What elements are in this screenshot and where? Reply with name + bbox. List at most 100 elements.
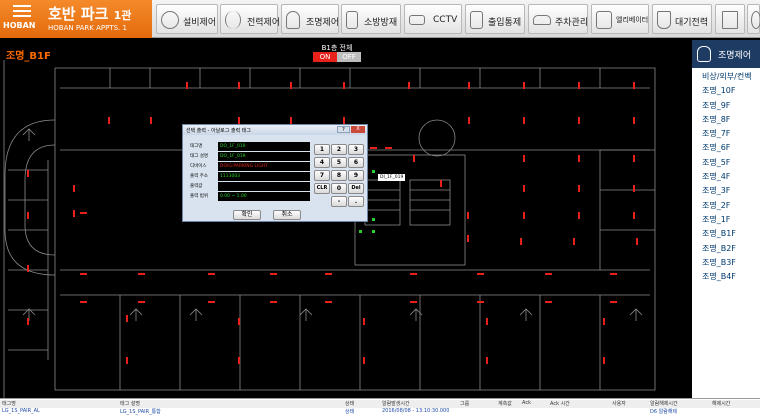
key-8[interactable]: 8	[331, 170, 347, 181]
floor-item-4f[interactable]: 조명_4F	[692, 170, 760, 184]
app-window: HOBAN 호반 파크 1관 HOBAN PARK APPTS. 1 설비제어 …	[0, 0, 760, 420]
floor-item-b2f[interactable]: 조명_B2F	[692, 242, 760, 256]
light-fixture	[408, 82, 410, 89]
nav-parking[interactable]: 주차관리	[528, 4, 588, 34]
col-status[interactable]: 상태	[345, 400, 354, 407]
col-ack[interactable]: Ack	[522, 400, 531, 406]
light-fixture	[325, 301, 332, 303]
key-clear[interactable]: CLR	[314, 183, 330, 194]
col-clear-time[interactable]: 해제시간	[712, 400, 730, 407]
alarm-table: 태그명 태그 설명 상태 알람발생시간 그룹 계측값 Ack Ack 시간 사용…	[0, 398, 760, 420]
app-title: 호반 파크 1관	[48, 5, 132, 23]
col-user[interactable]: 사용자	[612, 400, 626, 407]
settings-button[interactable]	[747, 4, 760, 34]
all-lights-switch: B1층 전체 ON OFF	[313, 43, 361, 62]
light-fixture	[138, 301, 145, 303]
nav-power-control[interactable]: 전력제어	[220, 4, 280, 34]
col-tag-description[interactable]: 태그 설명	[120, 400, 140, 407]
light-fixture	[578, 212, 580, 219]
floor-item-emergency[interactable]: 비상/외부/컨벡	[692, 70, 760, 84]
key-delete[interactable]: Del	[348, 183, 364, 194]
plan-walls	[3, 60, 656, 398]
alarm-row[interactable]: LG_1S_PAIR_AL LG_1S_PAIR_통합 상태 2016/08/0…	[0, 408, 760, 416]
dialog-form: 태그명 DO_1F_019 태그 설명 DO_1F_019 디바이스 DOIG:PAR…	[189, 142, 310, 210]
key-minus[interactable]: -	[331, 196, 347, 207]
elevator-icon	[596, 11, 612, 29]
col-ack-time[interactable]: Ack 시간	[550, 400, 570, 407]
home-button[interactable]	[715, 4, 745, 34]
light-fixture	[80, 273, 87, 275]
key-2[interactable]: 2	[331, 144, 347, 155]
floor-item-9f[interactable]: 조명_9F	[692, 99, 760, 113]
cancel-button[interactable]: 취소	[273, 210, 301, 220]
close-button[interactable]: X	[351, 126, 365, 133]
light-fixture	[238, 357, 240, 364]
nav-lighting-control[interactable]: 조명제어	[281, 4, 339, 34]
nav-equipment-control[interactable]: 설비제어	[156, 4, 218, 34]
floor-item-b4f[interactable]: 조명_B4F	[692, 270, 760, 284]
light-fixture	[126, 315, 128, 322]
light-fixture	[610, 273, 617, 275]
light-fixture	[467, 212, 469, 219]
light-fixture	[523, 82, 525, 89]
lightbulb-icon	[697, 46, 711, 62]
floor-item-8f[interactable]: 조명_8F	[692, 113, 760, 127]
col-measured[interactable]: 계측값	[498, 400, 512, 407]
floor-item-1f[interactable]: 조명_1F	[692, 213, 760, 227]
output-value-input[interactable]	[218, 182, 310, 191]
light-fixture	[186, 82, 188, 89]
ok-button[interactable]: 확인	[233, 210, 261, 220]
key-3[interactable]: 3	[348, 144, 364, 155]
light-fixture	[523, 185, 525, 192]
key-7[interactable]: 7	[314, 170, 330, 181]
floor-item-b1f[interactable]: 조명_B1F	[692, 227, 760, 241]
brand-block[interactable]: HOBAN 호반 파크 1관 HOBAN PARK APPTS. 1	[0, 0, 152, 38]
key-9[interactable]: 9	[348, 170, 364, 181]
nav-elevator[interactable]: 엘리베이터	[591, 4, 649, 34]
nav-fire-safety[interactable]: 소방방재	[341, 4, 401, 34]
col-group[interactable]: 그룹	[460, 400, 469, 407]
key-1[interactable]: 1	[314, 144, 330, 155]
nav-cctv[interactable]: CCTV	[404, 4, 462, 34]
light-fixture	[208, 301, 215, 303]
floor-item-3f[interactable]: 조명_3F	[692, 184, 760, 198]
output-range-value: 0.00 ~ 1.00	[218, 192, 310, 201]
light-fixture	[363, 318, 365, 325]
floor-item-10f[interactable]: 조명_10F	[692, 84, 760, 98]
light-fixture	[138, 273, 145, 275]
key-5[interactable]: 5	[331, 157, 347, 168]
dialog-titlebar[interactable]: 선택 출력 - 아날로그 출력 태그 ? X	[183, 125, 367, 135]
tag-name-value: DO_1F_019	[218, 142, 310, 151]
floor-item-5f[interactable]: 조명_5F	[692, 156, 760, 170]
floor-item-2f[interactable]: 조명_2F	[692, 199, 760, 213]
light-fixture	[578, 185, 580, 192]
antenna-icon	[225, 11, 241, 29]
key-0[interactable]: 0	[331, 183, 347, 194]
help-button[interactable]: ?	[337, 126, 350, 133]
nav-access-control[interactable]: 출입통제	[465, 4, 525, 34]
light-fixture-on	[372, 170, 375, 173]
key-6[interactable]: 6	[348, 157, 364, 168]
floor-list: 비상/외부/컨벡 조명_10F 조명_9F 조명_8F 조명_7F 조명_6F …	[692, 70, 760, 284]
key-4[interactable]: 4	[314, 157, 330, 168]
light-fixture	[208, 273, 215, 275]
key-dot[interactable]: .	[348, 196, 364, 207]
light-fixture	[363, 357, 365, 364]
col-release-time[interactable]: 알람해제시간	[650, 400, 678, 407]
col-tag-name[interactable]: 태그명	[2, 400, 16, 407]
field-tag-name: 태그명 DO_1F_019	[189, 142, 310, 151]
floor-item-b3f[interactable]: 조명_B3F	[692, 256, 760, 270]
light-fixture-on	[372, 218, 375, 221]
settings-icon	[751, 11, 760, 29]
light-fixture	[238, 117, 240, 124]
floor-item-7f[interactable]: 조명_7F	[692, 127, 760, 141]
alarm-table-header: 태그명 태그 설명 상태 알람발생시간 그룹 계측값 Ack Ack 시간 사용…	[0, 400, 760, 408]
hoban-logo: HOBAN	[3, 4, 43, 34]
floor-item-6f[interactable]: 조명_6F	[692, 141, 760, 155]
nav-standby-power[interactable]: 대기전력	[652, 4, 712, 34]
output-dialog: 선택 출력 - 아날로그 출력 태그 ? X 태그명 DO_1F_019 태그 설…	[182, 124, 368, 222]
light-fixture	[633, 212, 635, 219]
field-tag-description: 태그 설명 DO_1F_019	[189, 152, 310, 161]
col-alarm-time[interactable]: 알람발생시간	[382, 400, 410, 407]
light-fixture	[413, 155, 415, 162]
